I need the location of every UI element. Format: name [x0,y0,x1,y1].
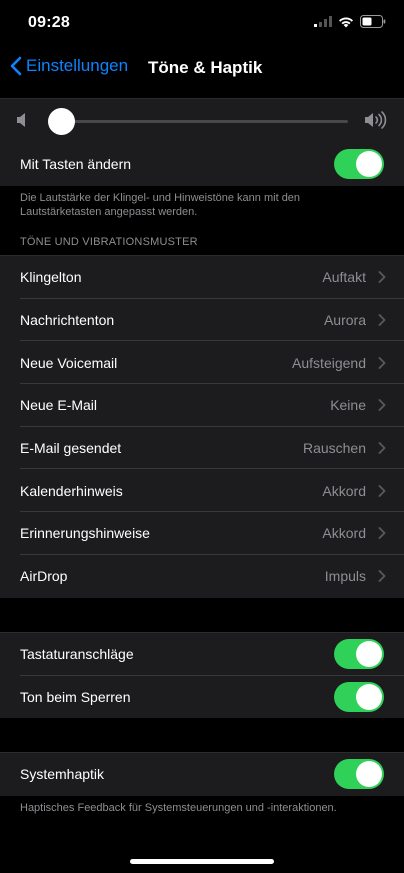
sound-row-label: E-Mail gesendet [20,440,122,457]
volume-slider-thumb[interactable] [47,108,75,135]
sounds-group: Klingelton Auftakt Nachrichtenton Aurora… [0,255,404,598]
volume-footnote: Die Lautstärke der Klingel- und Hinweist… [20,192,301,218]
chevron-right-icon [378,442,386,454]
keyboard-clicks-row: Tastaturanschläge [0,633,404,676]
volume-slider-row [0,99,404,143]
sound-row-message-tone[interactable]: Nachrichtenton Aurora [0,299,404,342]
sound-row-new-voicemail[interactable]: Neue Voicemail Aufsteigend [0,341,404,385]
chevron-right-icon [378,356,386,369]
sound-row-new-mail[interactable]: Neue E-Mail Keine [0,384,404,427]
sound-row-label: Neue E-Mail [20,397,98,414]
status-time: 09:28 [28,14,70,31]
sound-row-value: Impuls [324,568,366,585]
sound-row-label: Klingelton [20,269,82,286]
system-haptics-toggle[interactable] [334,759,384,790]
speaker-icon [17,113,25,127]
volume-slider[interactable] [47,108,348,135]
battery-icon [360,15,386,28]
home-indicator [130,859,274,864]
sounds-section-header: TÖNE UND VIBRATIONSMUSTER [20,236,198,248]
sound-row-calendar-alerts[interactable]: Kalenderhinweis Akkord [0,469,404,513]
chevron-right-icon [378,570,386,583]
sound-row-sent-mail[interactable]: E-Mail gesendet Rauschen [0,427,404,470]
sound-row-label: Kalenderhinweis [20,482,123,499]
back-button[interactable]: Einstellungen [10,56,128,76]
sound-row-value: Auftakt [322,269,366,286]
keyboard-clicks-label: Tastaturanschläge [20,646,134,663]
page-title: Töne & Haptik [148,58,263,77]
lock-sound-toggle[interactable] [334,682,384,713]
chevron-right-icon [378,271,386,284]
feedback-group: Tastaturanschläge Ton beim Sperren [0,632,404,719]
lock-sound-row: Ton beim Sperren [0,676,404,719]
sound-row-ringtone[interactable]: Klingelton Auftakt [0,256,404,299]
sound-row-label: Nachrichtenton [20,312,115,329]
haptics-group: Systemhaptik [0,752,404,796]
change-with-buttons-toggle[interactable] [334,149,384,180]
status-icons [314,15,386,28]
chevron-right-icon [378,399,386,412]
toggle-knob [356,151,382,178]
cellular-signal-icon [314,16,332,27]
sound-row-value: Akkord [322,482,366,499]
status-bar: 09:28 [0,0,404,48]
sound-row-label: Erinnerungshinweise [20,525,150,542]
sound-row-airdrop[interactable]: AirDrop Impuls [0,555,404,598]
volume-group: Mit Tasten ändern [0,98,404,186]
speaker-loud-icon [365,111,387,129]
lock-sound-label: Ton beim Sperren [20,689,131,706]
chevron-right-icon [378,484,386,497]
toggle-knob [356,761,382,788]
system-haptics-row: Systemhaptik [0,753,404,796]
navigation-bar: Einstellungen Töne & Haptik [0,48,404,90]
sound-row-value: Keine [330,397,366,414]
back-button-label: Einstellungen [26,56,129,75]
change-with-buttons-row: Mit Tasten ändern [0,143,404,186]
sound-row-label: Neue Voicemail [20,354,118,371]
sound-row-value: Aufsteigend [292,354,366,371]
keyboard-clicks-toggle[interactable] [334,639,384,670]
sound-row-value: Aurora [323,312,366,329]
change-with-buttons-label: Mit Tasten ändern [20,156,132,173]
haptics-footnote: Haptisches Feedback für Systemsteuerunge… [20,802,337,814]
chevron-right-icon [378,527,386,540]
toggle-knob [356,684,382,711]
wifi-icon [339,17,353,27]
chevron-left-icon [10,56,22,76]
toggle-knob [356,641,382,668]
sound-row-value: Akkord [322,525,366,542]
sound-row-label: AirDrop [20,568,68,585]
chevron-right-icon [378,314,386,326]
system-haptics-label: Systemhaptik [20,766,105,783]
sound-row-reminder-alerts[interactable]: Erinnerungshinweise Akkord [0,512,404,555]
sound-row-value: Rauschen [302,440,366,457]
